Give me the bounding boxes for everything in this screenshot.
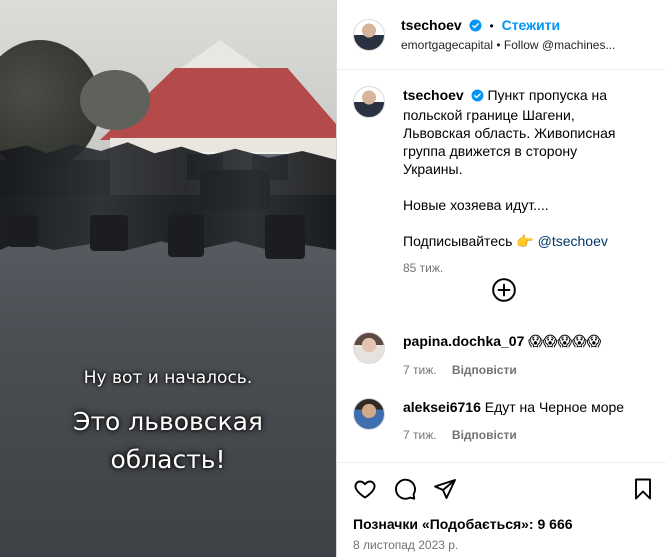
video-caption-big: Это львовская область!: [73, 407, 263, 474]
pointing-hand-icon: 👉: [516, 234, 534, 250]
caption-line2: Новые хозяева идут....: [403, 197, 549, 213]
reply-button[interactable]: Відповісти: [452, 363, 517, 377]
verified-badge-icon: [469, 18, 482, 36]
video-caption-small: Ну вот и началось.: [83, 368, 253, 388]
post-caption: tsechoev Пункт пропуска на польской гран…: [353, 86, 653, 277]
comment-time: 7 тиж.: [403, 363, 437, 377]
comment-text: 😱😱😱😱😱: [528, 334, 602, 350]
video-suitcase: [265, 215, 305, 259]
verified-badge-icon: [471, 88, 484, 106]
comment-time: 7 тиж.: [403, 428, 437, 442]
caption-username[interactable]: tsechoev: [403, 87, 464, 103]
audio-subline[interactable]: emortgagecapital • Follow @machines...: [401, 36, 615, 54]
author-username[interactable]: tsechoev: [401, 17, 462, 33]
caption-line3: Подписывайтесь 👉 @tsechoev: [403, 232, 633, 251]
comment-text: Едут на Черное море: [484, 399, 625, 415]
likes-count[interactable]: Позначки «Подобається»: 9 666: [353, 516, 573, 532]
commenter-username[interactable]: papina.dochka_07: [403, 333, 524, 349]
author-avatar[interactable]: [353, 18, 385, 51]
caption-subscribe-text: Подписывайтесь: [403, 233, 513, 249]
heart-icon[interactable]: [353, 477, 377, 501]
video-suitcase: [168, 215, 204, 257]
post-video[interactable]: Ну вот и началось. Это львовская область…: [0, 0, 336, 557]
plus-circle-icon[interactable]: [491, 277, 517, 303]
caption-time: 85 тиж.: [403, 261, 444, 275]
commenter-avatar[interactable]: [353, 398, 385, 430]
reply-button[interactable]: Відповісти: [452, 428, 517, 442]
comment-item: aleksei6716 Едут на Черное море 7 тиж. В…: [353, 398, 653, 444]
post-side-panel: tsechoev • Стежити emortgagecapital • Fo…: [336, 0, 666, 557]
commenter-username[interactable]: aleksei6716: [403, 399, 481, 415]
video-suitcase: [8, 215, 38, 247]
comment-item: papina.dochka_07 😱😱😱😱😱 7 тиж. Відповісти: [353, 332, 653, 379]
caption-mention-link[interactable]: @tsechoev: [538, 233, 608, 249]
commenter-avatar[interactable]: [353, 332, 385, 364]
instagram-post: Ну вот и началось. Это львовская область…: [0, 0, 666, 557]
action-bar: [337, 462, 666, 512]
video-suitcase: [90, 215, 128, 251]
separator-dot: •: [489, 18, 494, 33]
caption-avatar[interactable]: [353, 86, 385, 118]
post-header: tsechoev • Стежити emortgagecapital • Fo…: [337, 0, 666, 70]
paper-plane-icon[interactable]: [433, 477, 457, 501]
comment-bubble-icon[interactable]: [393, 477, 417, 501]
bookmark-icon[interactable]: [631, 477, 655, 501]
post-date: 8 листопад 2023 р.: [353, 538, 459, 552]
video-tree: [80, 70, 150, 130]
follow-button[interactable]: Стежити: [502, 17, 561, 33]
